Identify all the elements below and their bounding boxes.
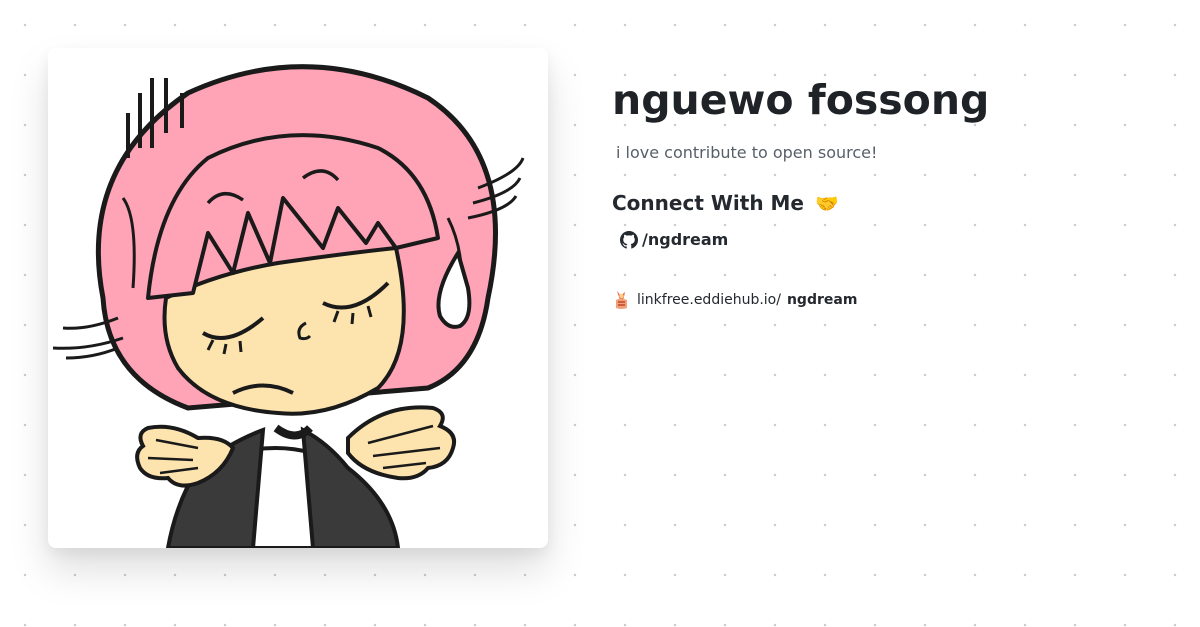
linkfree-username: ngdream [786, 291, 858, 308]
profile-bio: i love contribute to open source! [616, 143, 878, 162]
github-link[interactable]: /ngdream [620, 229, 1172, 251]
linkfree-domain: linkfree.eddiehub.io/ [637, 291, 781, 308]
connect-heading-text: Connect With Me [612, 191, 804, 215]
profile-avatar [48, 48, 548, 548]
github-icon [620, 231, 638, 249]
handshake-icon: 🤝 [814, 193, 839, 215]
profile-info: nguewo fossong i love contribute to open… [612, 74, 1172, 310]
github-link-label: /ngdream [642, 230, 729, 249]
linkfree-logo-icon [616, 291, 627, 309]
shrugging-girl-avatar-icon [52, 64, 525, 548]
connect-heading: Connect With Me 🤝 [612, 188, 1172, 219]
linkfree-link[interactable]: linkfree.eddiehub.io/ngdream [612, 289, 1172, 310]
profile-name: nguewo fossong [612, 76, 990, 124]
